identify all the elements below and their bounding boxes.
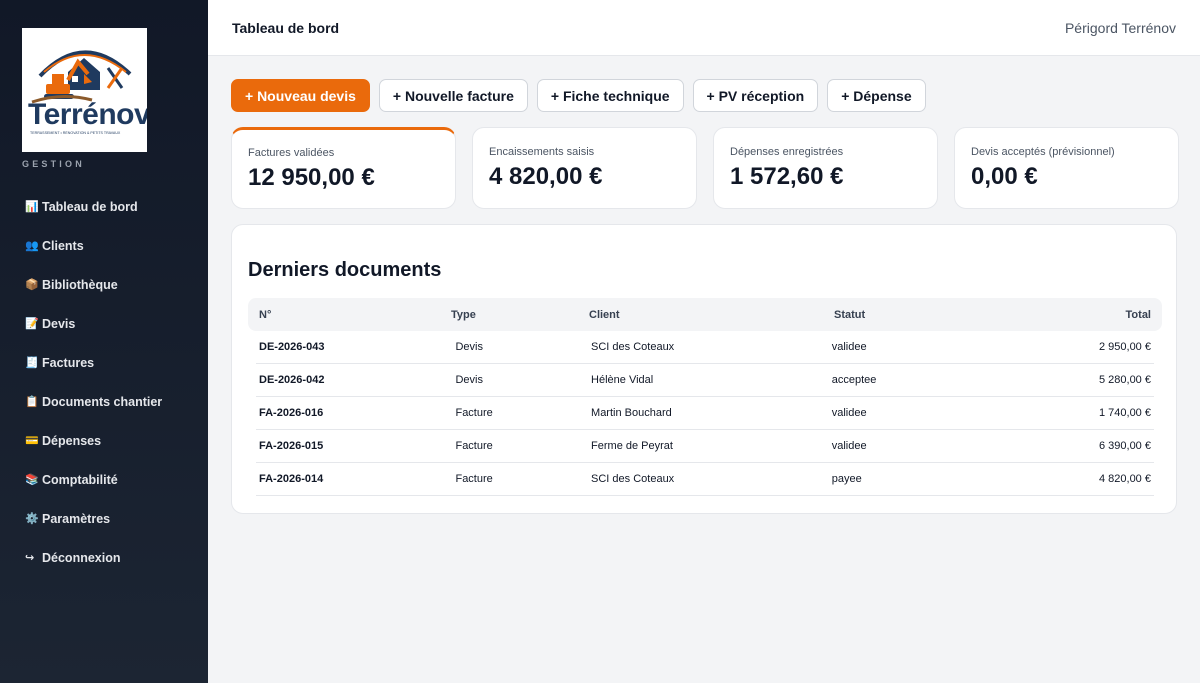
- chart-icon: 📊: [25, 201, 39, 213]
- kpi-value: 12 950,00 €: [248, 164, 375, 191]
- doc-number: FA-2026-015: [259, 440, 324, 452]
- brand-tagline: TERRASSEMENT • RÉNOVATION & PETITS TRAVA…: [30, 131, 121, 135]
- kpi-label: Encaissements saisis: [489, 146, 595, 158]
- memo-icon: 📝: [25, 318, 39, 330]
- doc-total: 4 820,00 €: [1098, 473, 1151, 485]
- doc-client: Ferme de Peyrat: [591, 440, 673, 452]
- doc-type: Facture: [455, 473, 493, 485]
- doc-status: validee: [831, 440, 867, 452]
- logout-arrow-icon: ↪: [25, 552, 35, 564]
- sidebar-section-label: GESTION: [22, 159, 85, 169]
- kpi-cards: Factures validées 12 950,00 € Encaisseme…: [231, 127, 1179, 209]
- column-header-status[interactable]: Statut: [834, 309, 1014, 321]
- sidebar-item-invoices[interactable]: 🧾 Factures: [14, 343, 196, 382]
- sidebar-item-library[interactable]: 📦 Bibliothèque: [14, 265, 196, 304]
- kpi-label: Dépenses enregistrées: [730, 146, 844, 158]
- kpi-label: Factures validées: [248, 147, 335, 159]
- column-header-client[interactable]: Client: [589, 309, 834, 321]
- kpi-label: Devis acceptés (prévisionnel): [971, 146, 1115, 158]
- users-icon: 👥: [25, 240, 39, 252]
- gear-icon: ⚙️: [25, 513, 39, 525]
- sidebar-item-dashboard[interactable]: 📊 Tableau de bord: [14, 187, 196, 226]
- kpi-value: 1 572,60 €: [730, 163, 844, 190]
- sidebar-item-logout[interactable]: ↪ Déconnexion: [14, 538, 196, 577]
- expense-button[interactable]: + Dépense: [827, 79, 926, 112]
- doc-total: 1 740,00 €: [1098, 407, 1151, 419]
- table-row[interactable]: DE-2026-042 Devis Hélène Vidal acceptee …: [256, 364, 1154, 397]
- kpi-card-cash-receipts: Encaissements saisis 4 820,00 €: [472, 127, 697, 209]
- sidebar-item-label: Paramètres: [42, 511, 111, 526]
- table-row[interactable]: FA-2026-016 Facture Martin Bouchard vali…: [256, 397, 1154, 430]
- doc-total: 5 280,00 €: [1098, 374, 1151, 386]
- sidebar-item-expenses[interactable]: 💳 Dépenses: [14, 421, 196, 460]
- kpi-card-expenses: Dépenses enregistrées 1 572,60 €: [713, 127, 938, 209]
- sidebar: Terrénov TERRASSEMENT • RÉNOVATION & PET…: [0, 0, 208, 683]
- kpi-value: 4 820,00 €: [489, 163, 603, 190]
- sidebar-item-label: Clients: [42, 238, 84, 253]
- doc-type: Devis: [455, 341, 483, 353]
- column-header-number[interactable]: N°: [248, 309, 451, 321]
- sidebar-item-accounting[interactable]: 📚 Comptabilité: [14, 460, 196, 499]
- doc-total: 6 390,00 €: [1098, 440, 1151, 452]
- doc-status: payee: [831, 473, 862, 485]
- sidebar-item-label: Documents chantier: [42, 394, 163, 409]
- clipboard-icon: 📋: [25, 396, 39, 408]
- brand-name: Terrénov: [28, 98, 147, 131]
- sidebar-item-label: Dépenses: [42, 433, 102, 448]
- new-quote-button[interactable]: + Nouveau devis: [231, 79, 370, 112]
- doc-client: SCI des Coteaux: [591, 473, 675, 485]
- doc-status: validee: [831, 407, 867, 419]
- sidebar-item-clients[interactable]: 👥 Clients: [14, 226, 196, 265]
- doc-client: Hélène Vidal: [591, 374, 654, 386]
- doc-type: Devis: [455, 374, 483, 386]
- company-name: Périgord Terrénov: [1064, 20, 1176, 36]
- sidebar-item-label: Tableau de bord: [42, 199, 138, 214]
- receipt-icon: 🧾: [25, 357, 39, 369]
- doc-status: acceptee: [831, 374, 877, 386]
- table-row[interactable]: FA-2026-015 Facture Ferme de Peyrat vali…: [256, 430, 1154, 463]
- doc-status: validee: [831, 341, 867, 353]
- kpi-value: 0,00 €: [971, 163, 1038, 190]
- top-header: Tableau de bord Périgord Terrénov: [208, 0, 1200, 56]
- column-header-type[interactable]: Type: [451, 309, 589, 321]
- new-invoice-button[interactable]: + Nouvelle facture: [378, 79, 528, 112]
- doc-client: SCI des Coteaux: [591, 341, 675, 353]
- pv-reception-button[interactable]: + PV réception: [692, 79, 819, 112]
- page-title: Tableau de bord: [232, 20, 340, 36]
- books-icon: 📚: [25, 474, 39, 486]
- doc-number: FA-2026-014: [259, 473, 324, 485]
- sidebar-item-quotes[interactable]: 📝 Devis: [14, 304, 196, 343]
- section-title: Derniers documents: [248, 259, 442, 281]
- sidebar-item-settings[interactable]: ⚙️ Paramètres: [14, 499, 196, 538]
- documents-table: N° Type Client Statut Total DE-2026-043 …: [248, 298, 1162, 496]
- latest-documents-panel: Derniers documents N° Type Client Statut…: [231, 224, 1177, 514]
- sidebar-item-label: Factures: [42, 355, 95, 370]
- sidebar-item-label: Comptabilité: [42, 472, 118, 487]
- doc-number: DE-2026-043: [259, 341, 325, 353]
- sidebar-item-label: Devis: [42, 316, 76, 331]
- table-row[interactable]: DE-2026-043 Devis SCI des Coteaux valide…: [256, 331, 1154, 364]
- quick-actions: + Nouveau devis + Nouvelle facture + Fic…: [231, 79, 926, 112]
- doc-client: Martin Bouchard: [591, 407, 672, 419]
- table-row[interactable]: FA-2026-014 Facture SCI des Coteaux paye…: [256, 463, 1154, 496]
- doc-number: DE-2026-042: [259, 374, 325, 386]
- doc-number: FA-2026-016: [259, 407, 324, 419]
- column-header-total[interactable]: Total: [1014, 309, 1162, 321]
- tech-sheet-button[interactable]: + Fiche technique: [536, 79, 684, 112]
- doc-type: Facture: [455, 440, 493, 452]
- table-header: N° Type Client Statut Total: [248, 298, 1162, 331]
- sidebar-item-site-documents[interactable]: 📋 Documents chantier: [14, 382, 196, 421]
- sidebar-nav: 📊 Tableau de bord 👥 Clients 📦 Bibliothèq…: [14, 187, 196, 577]
- brand-logo: Terrénov TERRASSEMENT • RÉNOVATION & PET…: [22, 28, 147, 152]
- sidebar-item-label: Bibliothèque: [42, 277, 118, 292]
- credit-card-icon: 💳: [25, 435, 39, 447]
- sidebar-item-label: Déconnexion: [42, 550, 121, 565]
- package-icon: 📦: [25, 279, 39, 291]
- doc-total: 2 950,00 €: [1098, 341, 1151, 353]
- kpi-card-validated-invoices: Factures validées 12 950,00 €: [231, 127, 456, 209]
- kpi-card-accepted-quotes: Devis acceptés (prévisionnel) 0,00 €: [954, 127, 1179, 209]
- doc-type: Facture: [455, 407, 493, 419]
